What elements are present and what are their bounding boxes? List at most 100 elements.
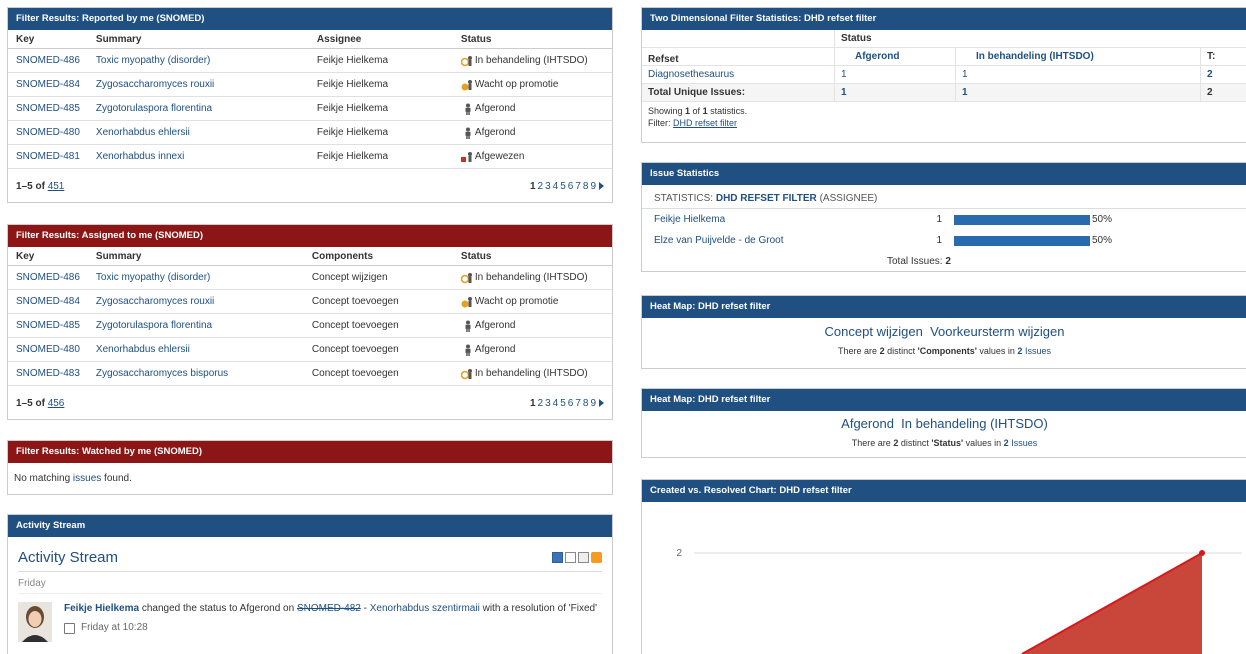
issue-summary-link[interactable]: Zygosaccharomyces rouxii (96, 296, 214, 307)
twodim-col-afgerond[interactable]: Afgerond (835, 48, 956, 66)
issue-summary-link[interactable]: Zygotorulaspora florentina (96, 103, 212, 114)
stat-assignee-link[interactable]: Feikje Hielkema (654, 214, 924, 225)
page-link[interactable]: 5 (560, 181, 566, 192)
issue-key-link[interactable]: SNOMED-486 (16, 55, 80, 66)
issue-key-link[interactable]: SNOMED-484 (16, 79, 80, 90)
issue-key-link[interactable]: SNOMED-485 (16, 320, 80, 331)
table-row[interactable]: SNOMED-480Xenorhabdus ehlersiiFeikje Hie… (8, 121, 612, 145)
twodim-filter-link[interactable]: DHD refset filter (673, 118, 737, 128)
page-link[interactable]: 1 (530, 181, 536, 192)
twodim-row-v3[interactable]: 2 (1207, 69, 1213, 80)
col-assignee[interactable]: Assignee (309, 30, 453, 49)
activity-time[interactable]: Friday at 10:28 (81, 621, 148, 635)
page-link[interactable]: 1 (530, 398, 536, 409)
issue-summary-link[interactable]: Zygosaccharomyces bisporus (96, 368, 228, 379)
stat-filter-link[interactable]: DHD REFSET FILTER (716, 193, 817, 204)
issue-summary-link[interactable]: Toxic myopathy (disorder) (96, 272, 210, 283)
twodim-col-inbehandeling[interactable]: In behandeling (IHTSDO) (956, 48, 1201, 66)
assigned-total-link[interactable]: 456 (48, 398, 65, 409)
page-link[interactable]: 8 (583, 398, 589, 409)
heat1-issues-link[interactable]: Issues (1025, 346, 1051, 356)
table-row[interactable]: SNOMED-486Toxic myopathy (disorder)Feikj… (8, 49, 612, 73)
heat1-item-1[interactable]: Concept wijzigen (825, 324, 923, 339)
col-status[interactable]: Status (453, 247, 612, 266)
activity-issue-key[interactable]: SNOMED-482 (297, 603, 361, 614)
rss-icon[interactable] (591, 552, 602, 563)
issue-key-link[interactable]: SNOMED-485 (16, 103, 80, 114)
filter-icon[interactable] (578, 552, 589, 563)
heat2-n2[interactable]: 2 (1004, 438, 1009, 448)
activity-gadget-title[interactable]: Activity Stream (8, 515, 612, 537)
reported-gadget-title[interactable]: Filter Results: Reported by me (SNOMED) (8, 8, 612, 30)
col-components[interactable]: Components (304, 247, 453, 266)
issue-summary-link[interactable]: Zygosaccharomyces rouxii (96, 79, 214, 90)
page-link[interactable]: 7 (575, 181, 581, 192)
data-point[interactable] (1199, 550, 1205, 556)
heat2-item-2[interactable]: In behandeling (IHTSDO) (901, 416, 1048, 431)
issue-key-link[interactable]: SNOMED-484 (16, 296, 80, 307)
heatmap-status-title[interactable]: Heat Map: DHD refset filter (642, 389, 1246, 411)
table-row[interactable]: SNOMED-485Zygotorulaspora florentinaConc… (8, 314, 612, 338)
issuestats-gadget-title[interactable]: Issue Statistics (642, 163, 1246, 185)
page-link[interactable]: 9 (590, 181, 596, 192)
col-summary[interactable]: Summary (88, 247, 304, 266)
twodim-row-v1[interactable]: 1 (841, 69, 847, 80)
watched-issues-link[interactable]: issues (73, 473, 101, 484)
table-row[interactable]: SNOMED-481Xenorhabdus innexiFeikje Hielk… (8, 145, 612, 169)
twodim-row-link[interactable]: Diagnosethesaurus (648, 69, 734, 80)
assigned-gadget-title[interactable]: Filter Results: Assigned to me (SNOMED) (8, 225, 612, 247)
table-row[interactable]: SNOMED-486Toxic myopathy (disorder)Conce… (8, 266, 612, 290)
twodim-gadget-title[interactable]: Two Dimensional Filter Statistics: DHD r… (642, 8, 1246, 30)
issue-summary-link[interactable]: Zygotorulaspora florentina (96, 320, 212, 331)
avatar[interactable] (18, 602, 52, 642)
full-view-icon[interactable] (552, 552, 563, 563)
page-link[interactable]: 3 (545, 181, 551, 192)
issue-key-link[interactable]: SNOMED-486 (16, 272, 80, 283)
page-link[interactable]: 4 (553, 181, 559, 192)
page-link[interactable]: 6 (568, 181, 574, 192)
table-row[interactable]: SNOMED-480Xenorhabdus ehlersiiConcept to… (8, 338, 612, 362)
reported-total-link[interactable]: 451 (48, 181, 65, 192)
page-link[interactable]: 3 (545, 398, 551, 409)
created-resolved-title[interactable]: Created vs. Resolved Chart: DHD refset f… (642, 480, 1246, 502)
issue-key-link[interactable]: SNOMED-483 (16, 368, 80, 379)
heat2-item-1[interactable]: Afgerond (841, 416, 894, 431)
col-key[interactable]: Key (8, 30, 88, 49)
issue-summary-link[interactable]: Xenorhabdus innexi (96, 151, 184, 162)
issue-summary-link[interactable]: Xenorhabdus ehlersii (96, 127, 190, 138)
heat1-item-2[interactable]: Voorkeursterm wijzigen (930, 324, 1064, 339)
issue-key-link[interactable]: SNOMED-480 (16, 127, 80, 138)
page-link[interactable]: 2 (538, 398, 544, 409)
next-page-icon[interactable] (599, 182, 604, 190)
twodim-row-v2[interactable]: 1 (962, 69, 968, 80)
page-link[interactable]: 2 (538, 181, 544, 192)
stat-bar[interactable] (954, 236, 1090, 246)
table-row[interactable]: SNOMED-483Zygosaccharomyces bisporusConc… (8, 362, 612, 386)
page-link[interactable]: 7 (575, 398, 581, 409)
twodim-total-v1[interactable]: 1 (841, 87, 847, 98)
activity-title[interactable]: Activity Stream (18, 549, 118, 566)
page-link[interactable]: 8 (583, 181, 589, 192)
page-link[interactable]: 4 (553, 398, 559, 409)
heat2-issues-link[interactable]: Issues (1011, 438, 1037, 448)
stat-assignee-link[interactable]: Elze van Puijvelde - de Groot (654, 235, 924, 246)
page-link[interactable]: 6 (568, 398, 574, 409)
page-link[interactable]: 5 (560, 398, 566, 409)
col-summary[interactable]: Summary (88, 30, 309, 49)
watched-gadget-title[interactable]: Filter Results: Watched by me (SNOMED) (8, 441, 612, 463)
list-view-icon[interactable] (565, 552, 576, 563)
issue-summary-link[interactable]: Xenorhabdus ehlersii (96, 344, 190, 355)
table-row[interactable]: SNOMED-485Zygotorulaspora florentinaFeik… (8, 97, 612, 121)
issue-key-link[interactable]: SNOMED-480 (16, 344, 80, 355)
table-row[interactable]: SNOMED-484Zygosaccharomyces rouxiiConcep… (8, 290, 612, 314)
issue-key-link[interactable]: SNOMED-481 (16, 151, 80, 162)
col-status[interactable]: Status (453, 30, 612, 49)
page-link[interactable]: 9 (590, 398, 596, 409)
heat1-n2[interactable]: 2 (1017, 346, 1022, 356)
activity-user-link[interactable]: Feikje Hielkema (64, 603, 139, 614)
heatmap-components-title[interactable]: Heat Map: DHD refset filter (642, 296, 1246, 318)
table-row[interactable]: SNOMED-484Zygosaccharomyces rouxiiFeikje… (8, 73, 612, 97)
twodim-total-v2[interactable]: 1 (962, 87, 968, 98)
stat-bar[interactable] (954, 215, 1090, 225)
activity-issue-summary[interactable]: Xenorhabdus szentirmaii (370, 603, 480, 614)
